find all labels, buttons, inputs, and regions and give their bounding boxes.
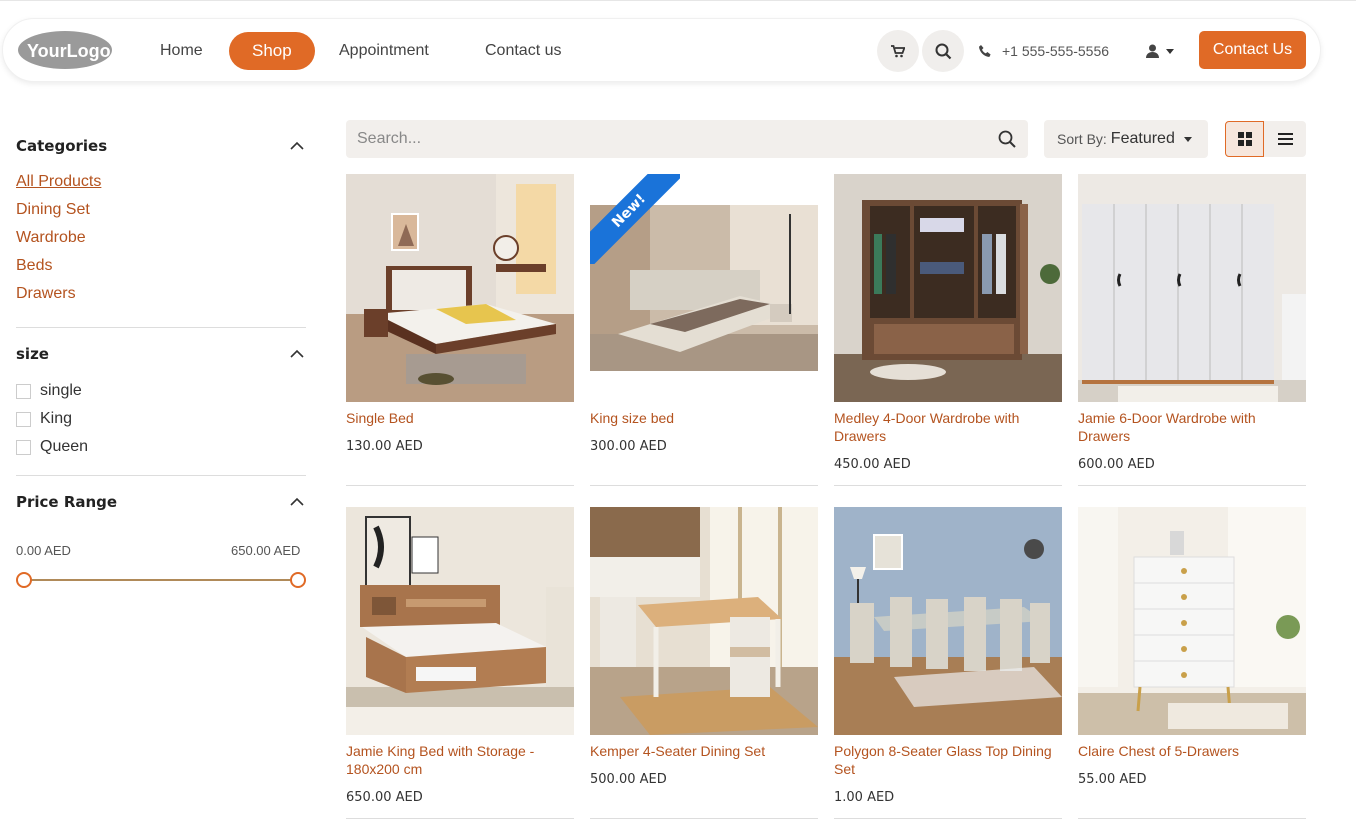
nav-appointment[interactable]: Appointment: [339, 32, 429, 70]
search-input[interactable]: [357, 120, 977, 158]
navbar: YourLogo Home Shop Appointment Contact u…: [2, 18, 1321, 82]
price-max-label: 650.00 AED: [231, 543, 301, 558]
chevron-down-icon: [1166, 48, 1174, 54]
size-option-single[interactable]: single: [16, 382, 82, 400]
categories-title: Categories: [16, 137, 108, 155]
divider: [1078, 485, 1306, 486]
nav-shop[interactable]: Shop: [229, 32, 315, 70]
product-name[interactable]: Polygon 8-Seater Glass Top Dining Set: [834, 742, 1062, 778]
divider: [346, 818, 574, 819]
category-drawers[interactable]: Drawers: [16, 285, 76, 303]
product-name[interactable]: Jamie King Bed with Storage - 180x200 cm: [346, 742, 574, 778]
grid-icon: [1237, 132, 1252, 146]
chevron-up-icon[interactable]: [290, 141, 304, 151]
size-title: size: [16, 345, 49, 363]
product-image[interactable]: [590, 507, 818, 735]
phone-icon: [979, 45, 991, 57]
price-slider-max-handle[interactable]: [290, 572, 306, 588]
checkbox[interactable]: [16, 411, 31, 427]
product-name[interactable]: King size bed: [590, 409, 818, 427]
product-image[interactable]: [1078, 174, 1306, 402]
category-all-products[interactable]: All Products: [16, 173, 101, 191]
product-name[interactable]: Medley 4-Door Wardrobe with Drawers: [834, 409, 1062, 445]
search-toggle-button[interactable]: [922, 30, 964, 72]
product-card[interactable]: Claire Chest of 5-Drawers 55.00 AED: [1078, 507, 1306, 819]
phone-number: +1 555-555-5556: [1002, 43, 1110, 59]
nav-contact[interactable]: Contact us: [485, 32, 561, 70]
product-price: 55.00 AED: [1078, 772, 1147, 787]
product-price: 1.00 AED: [834, 790, 895, 805]
product-price: 600.00 AED: [1078, 457, 1155, 472]
divider: [590, 485, 818, 486]
contact-us-button[interactable]: Contact Us: [1199, 31, 1306, 69]
product-card[interactable]: Medley 4-Door Wardrobe with Drawers 450.…: [834, 174, 1062, 486]
product-price: 500.00 AED: [590, 772, 667, 787]
divider: [590, 818, 818, 819]
product-card[interactable]: Single Bed 130.00 AED: [346, 174, 574, 486]
divider: [834, 818, 1062, 819]
sort-label: Sort By:: [1057, 131, 1107, 147]
size-option-king[interactable]: King: [16, 410, 72, 428]
cart-icon: [891, 44, 905, 57]
product-price: 450.00 AED: [834, 457, 911, 472]
user-menu[interactable]: [1146, 32, 1174, 70]
cart-button[interactable]: [877, 30, 919, 72]
chevron-up-icon[interactable]: [290, 497, 304, 507]
size-option-queen[interactable]: Queen: [16, 438, 88, 456]
list-view-button[interactable]: [1264, 121, 1306, 157]
category-dining-set[interactable]: Dining Set: [16, 201, 90, 219]
product-card[interactable]: Kemper 4-Seater Dining Set 500.00 AED: [590, 507, 818, 819]
product-image[interactable]: [346, 174, 574, 402]
divider: [346, 485, 574, 486]
product-card[interactable]: Polygon 8-Seater Glass Top Dining Set 1.…: [834, 507, 1062, 819]
divider: [1078, 818, 1306, 819]
product-card[interactable]: New! King size bed 300.00 AED: [590, 174, 818, 486]
product-image[interactable]: [834, 507, 1062, 735]
product-image[interactable]: New!: [590, 174, 818, 402]
divider: [834, 485, 1062, 486]
chevron-up-icon[interactable]: [290, 349, 304, 359]
product-image[interactable]: [834, 174, 1062, 402]
sort-value: Featured: [1110, 130, 1175, 147]
price-range-title: Price Range: [16, 493, 118, 511]
user-icon: [1146, 44, 1159, 58]
checkbox[interactable]: [16, 439, 31, 455]
search-icon: [935, 43, 951, 59]
top-border: [0, 0, 1356, 3]
divider: [16, 475, 306, 476]
logo[interactable]: YourLogo: [17, 30, 113, 70]
nav-home[interactable]: Home: [160, 32, 203, 70]
divider: [16, 327, 306, 328]
price-slider-min-handle[interactable]: [16, 572, 32, 588]
product-price: 130.00 AED: [346, 439, 423, 454]
product-card[interactable]: Jamie 6-Door Wardrobe with Drawers 600.0…: [1078, 174, 1306, 486]
product-price: 650.00 AED: [346, 790, 423, 805]
price-slider-track[interactable]: [24, 579, 298, 581]
logo-text: YourLogo: [27, 41, 111, 61]
product-name[interactable]: Single Bed: [346, 409, 574, 427]
new-badge: New!: [590, 174, 680, 264]
product-image[interactable]: [1078, 507, 1306, 735]
checkbox[interactable]: [16, 383, 31, 399]
product-name[interactable]: Jamie 6-Door Wardrobe with Drawers: [1078, 409, 1306, 445]
sort-dropdown[interactable]: Sort By: Featured: [1044, 120, 1208, 158]
grid-view-button[interactable]: [1225, 121, 1264, 157]
list-icon: [1277, 133, 1293, 145]
phone-link[interactable]: +1 555-555-5556: [978, 32, 1109, 70]
search-icon[interactable]: [998, 130, 1016, 148]
product-image[interactable]: [346, 507, 574, 735]
price-min-label: 0.00 AED: [16, 543, 71, 558]
chevron-down-icon: [1183, 136, 1192, 142]
category-beds[interactable]: Beds: [16, 257, 52, 275]
category-wardrobe[interactable]: Wardrobe: [16, 229, 86, 247]
product-name[interactable]: Claire Chest of 5-Drawers: [1078, 742, 1306, 760]
product-price: 300.00 AED: [590, 439, 667, 454]
product-search: [346, 120, 1028, 158]
product-name[interactable]: Kemper 4-Seater Dining Set: [590, 742, 818, 760]
product-card[interactable]: Jamie King Bed with Storage - 180x200 cm…: [346, 507, 574, 819]
